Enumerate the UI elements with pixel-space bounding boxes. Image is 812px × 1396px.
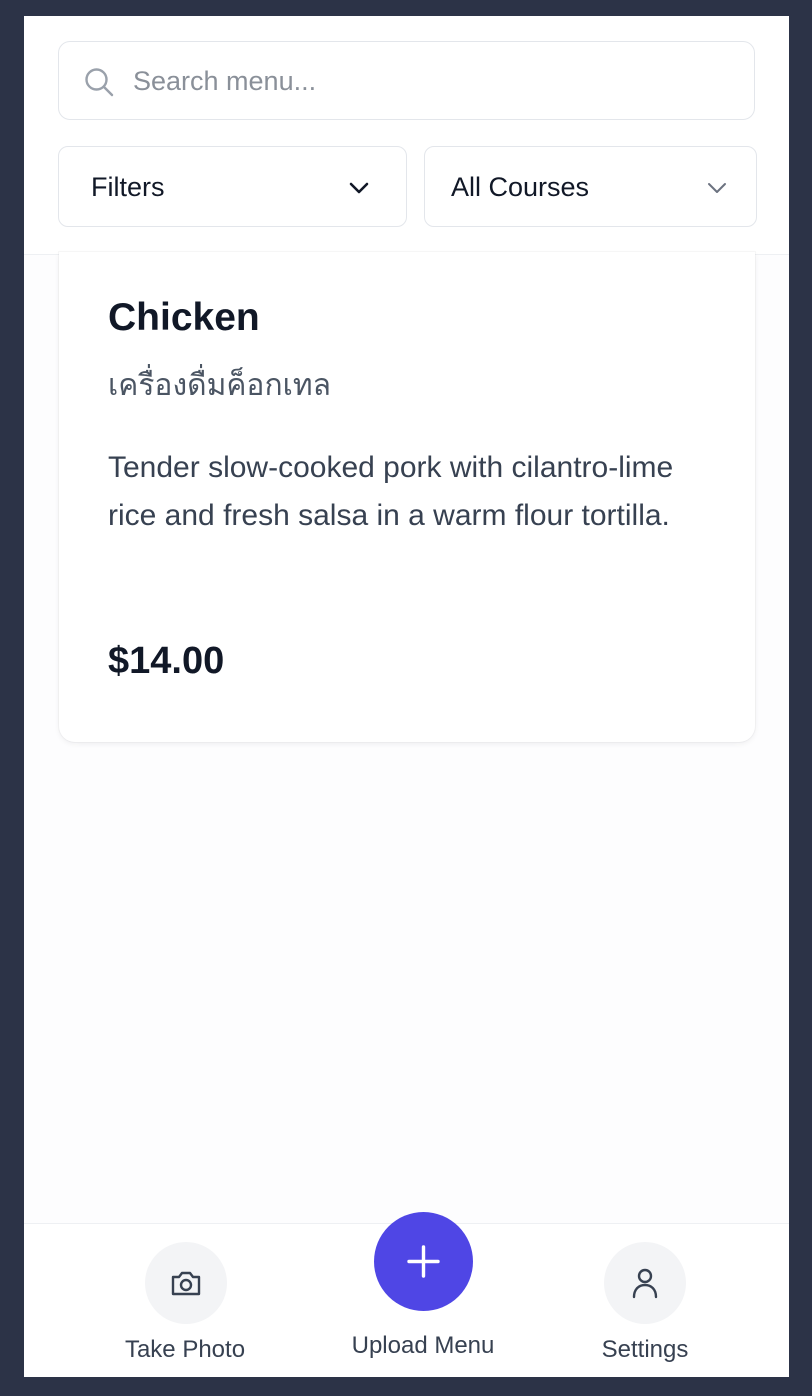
item-name: Chicken (108, 296, 260, 339)
camera-icon (171, 1271, 201, 1296)
search-icon (85, 68, 114, 97)
item-price: $14.00 (108, 640, 225, 682)
app-screen: Search menu... Filters All Courses Chick… (24, 16, 789, 1377)
take-photo-label[interactable]: Take Photo (85, 1336, 285, 1364)
item-translated-name: เครื่องดื่มค็อกเทล (108, 369, 332, 402)
menu-item-card[interactable]: Chicken เครื่องดื่มค็อกเทล Tender slow-c… (59, 252, 755, 742)
upload-menu-button[interactable] (374, 1212, 473, 1311)
take-photo-button[interactable] (145, 1242, 227, 1324)
settings-label[interactable]: Settings (545, 1336, 745, 1364)
filters-label: Filters (91, 172, 165, 202)
courses-dropdown[interactable]: All Courses (424, 146, 757, 227)
chevron-down-icon (708, 183, 726, 193)
courses-label: All Courses (451, 172, 590, 202)
user-icon (632, 1268, 658, 1299)
search-filter-header: Search menu... Filters All Courses (24, 16, 789, 255)
settings-button[interactable] (604, 1242, 686, 1324)
search-input[interactable]: Search menu... (58, 41, 755, 120)
chevron-down-icon (349, 182, 369, 194)
search-placeholder: Search menu... (133, 66, 317, 96)
plus-icon (407, 1245, 440, 1278)
filters-dropdown[interactable]: Filters (58, 146, 407, 227)
upload-menu-label[interactable]: Upload Menu (323, 1332, 523, 1360)
item-description: Tender slow-cooked pork with cilantro-li… (108, 451, 674, 532)
